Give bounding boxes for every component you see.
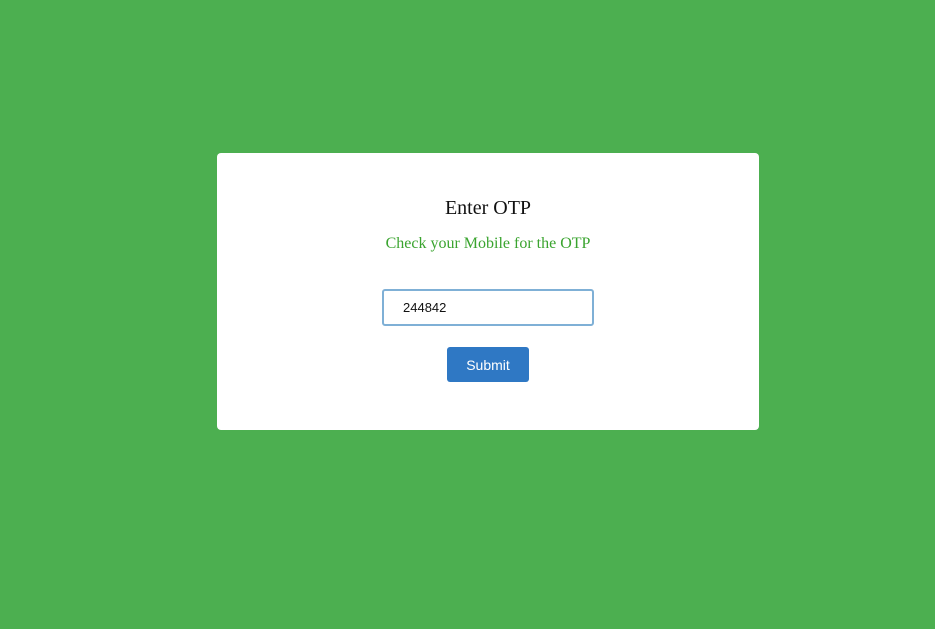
otp-input[interactable] <box>382 289 594 326</box>
otp-card: Enter OTP Check your Mobile for the OTP … <box>217 153 759 430</box>
page-background: { "otp_card": { "title": "Enter OTP", "s… <box>0 0 935 629</box>
otp-subtitle: Check your Mobile for the OTP <box>385 235 591 252</box>
submit-button[interactable]: Submit <box>447 347 529 382</box>
otp-title: Enter OTP <box>444 197 532 219</box>
